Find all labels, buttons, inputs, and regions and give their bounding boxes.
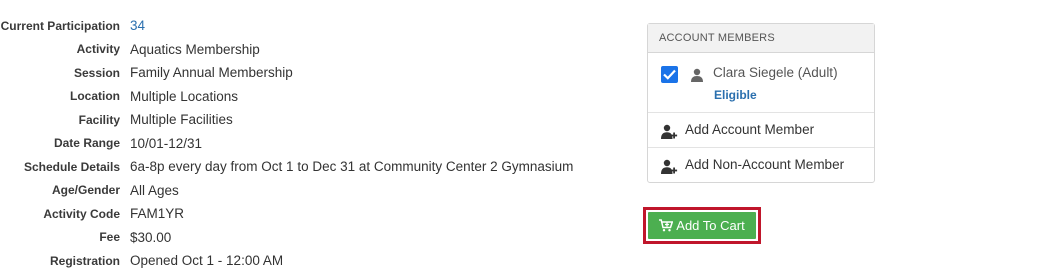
detail-row-session: Session Family Annual Membership <box>0 61 573 85</box>
detail-value: Multiple Facilities <box>130 112 233 128</box>
detail-label: Date Range <box>53 136 120 151</box>
detail-row-registration: Registration Opened Oct 1 - 12:00 AM <box>0 249 573 273</box>
detail-label: Session <box>73 65 120 80</box>
add-non-account-member-button[interactable]: Add Non-Account Member <box>648 147 874 182</box>
detail-value: Opened Oct 1 - 12:00 AM <box>130 253 284 269</box>
member-checkbox[interactable] <box>661 66 678 83</box>
detail-label: Facility <box>78 112 120 127</box>
member-name: Clara Siegele (Adult) <box>713 65 838 80</box>
detail-row-activity-code: Activity Code FAM1YR <box>0 202 573 226</box>
detail-row-location: Location Multiple Locations <box>0 85 573 109</box>
add-person-icon <box>661 159 678 174</box>
detail-row-fee: Fee $30.00 <box>0 226 573 250</box>
detail-label: Age/Gender <box>51 183 120 198</box>
detail-value: All Ages <box>130 182 179 198</box>
detail-value: Family Annual Membership <box>130 65 293 81</box>
account-member-item: Clara Siegele (Adult) Eligible <box>648 53 874 113</box>
detail-label: Current Participation <box>0 18 120 33</box>
detail-label: Location <box>70 89 120 104</box>
add-person-icon <box>661 124 678 139</box>
detail-row-age-gender: Age/Gender All Ages <box>0 179 573 203</box>
detail-row-date-range: Date Range 10/01-12/31 <box>0 132 573 156</box>
detail-value: FAM1YR <box>130 206 185 222</box>
account-members-heading: ACCOUNT MEMBERS <box>648 24 874 53</box>
add-account-member-button[interactable]: Add Account Member <box>648 113 874 147</box>
detail-label: Registration <box>49 253 120 268</box>
detail-label: Activity <box>76 42 120 57</box>
detail-value: 6a-8p every day from Oct 1 to Dec 31 at … <box>130 159 574 175</box>
detail-label: Fee <box>99 230 120 245</box>
account-members-panel: ACCOUNT MEMBERS Clara Siegele (Adult) El… <box>647 23 875 183</box>
detail-value: 10/01-12/31 <box>130 135 203 151</box>
activity-details: Current Participation 34 Activity Aquati… <box>0 14 574 273</box>
detail-value: $30.00 <box>130 229 172 245</box>
add-to-cart-button[interactable]: Add To Cart <box>648 212 756 239</box>
detail-row-schedule-details: Schedule Details 6a-8p every day from Oc… <box>0 155 573 179</box>
add-to-cart-highlight: Add To Cart <box>643 207 761 244</box>
add-to-cart-label: Add To Cart <box>676 218 745 233</box>
detail-value: Aquatics Membership <box>130 41 260 57</box>
detail-label: Schedule Details <box>23 159 120 174</box>
person-icon <box>691 68 703 82</box>
detail-row-current-participation: Current Participation 34 <box>0 14 573 38</box>
member-eligibility-status: Eligible <box>714 88 757 102</box>
detail-row-facility: Facility Multiple Facilities <box>0 108 573 132</box>
add-account-member-label: Add Account Member <box>685 122 815 137</box>
detail-value: Multiple Locations <box>130 88 239 104</box>
detail-row-activity: Activity Aquatics Membership <box>0 38 573 62</box>
cart-plus-icon <box>659 219 674 232</box>
current-participation-link[interactable]: 34 <box>130 18 145 33</box>
detail-label: Activity Code <box>43 206 120 221</box>
add-non-account-member-label: Add Non-Account Member <box>685 157 845 172</box>
checkmark-icon <box>663 69 676 80</box>
